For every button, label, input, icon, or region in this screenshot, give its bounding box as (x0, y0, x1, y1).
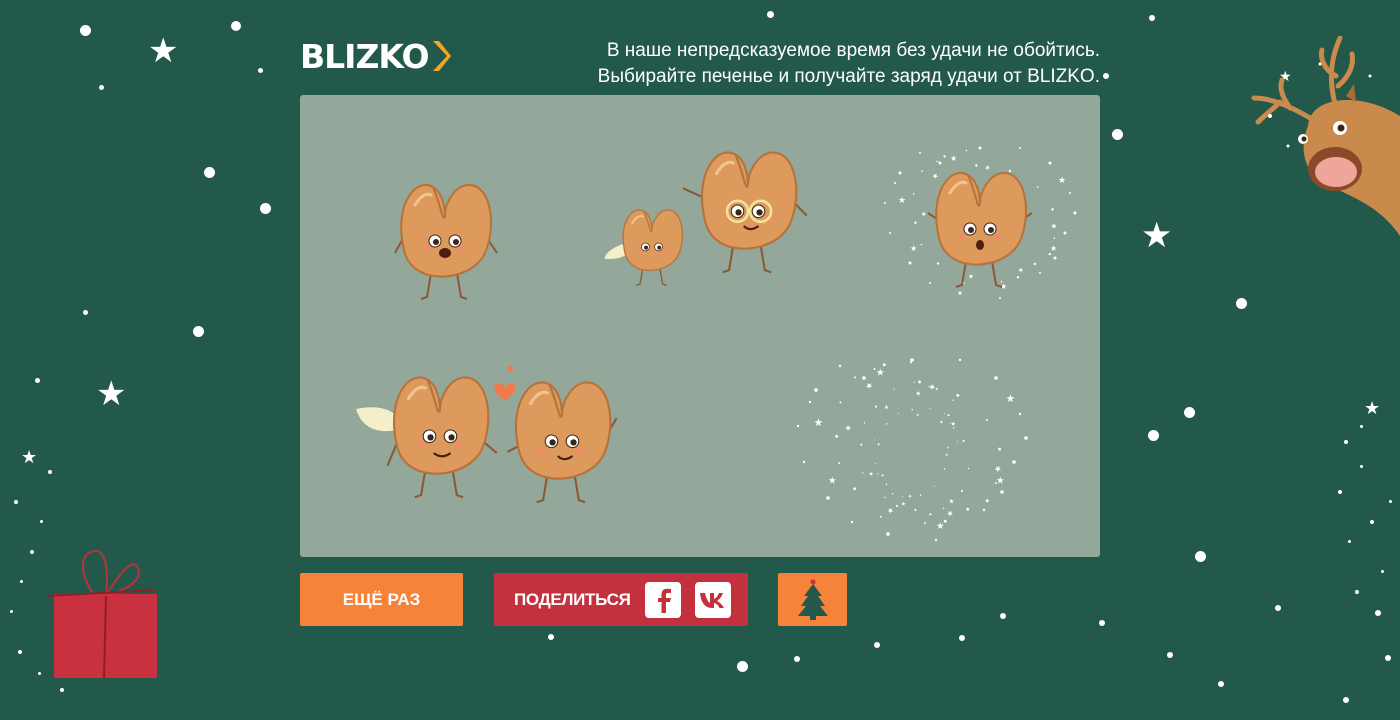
try-again-button[interactable]: ЕЩЁ РАЗ (300, 573, 463, 626)
vk-icon[interactable] (694, 581, 731, 618)
share-button[interactable]: ПОДЕЛИТЬСЯ (494, 573, 748, 626)
chevron-right-icon (432, 41, 451, 71)
cookie-sparkle-vanished[interactable] (795, 335, 1029, 557)
share-label: ПОДЕЛИТЬСЯ (514, 589, 631, 609)
reindeer-icon (1251, 36, 1400, 237)
logo-text: BLIZKO (300, 36, 430, 76)
facebook-icon[interactable] (644, 581, 681, 618)
cookie-stage: ★ ★ ★ ★ ★ ★ (300, 95, 1100, 557)
gift-box-icon (47, 549, 157, 679)
tagline-line-1: В наше непредсказуемое время без удачи н… (606, 40, 1100, 61)
cookie-pair-glasses[interactable] (604, 150, 808, 286)
try-again-label: ЕЩЁ РАЗ (342, 589, 421, 609)
christmas-tree-icon (797, 579, 828, 620)
blizko-logo: BLIZKO (300, 36, 451, 76)
tagline: В наше непредсказуемое время без удачи н… (510, 38, 1100, 90)
heart-icon (494, 383, 516, 401)
christmas-tree-button[interactable] (778, 573, 847, 626)
cookie-pair-love[interactable] (356, 366, 618, 504)
cookie-stage-canvas: ★ ★ ★ ★ ★ ★ (356, 131, 1078, 557)
cookie-single-smiling[interactable] (394, 183, 498, 300)
tagline-line-2: Выбирайте печенье и получайте заряд удач… (597, 66, 1100, 87)
cookie-sparkle-surprised[interactable] (883, 131, 1078, 315)
